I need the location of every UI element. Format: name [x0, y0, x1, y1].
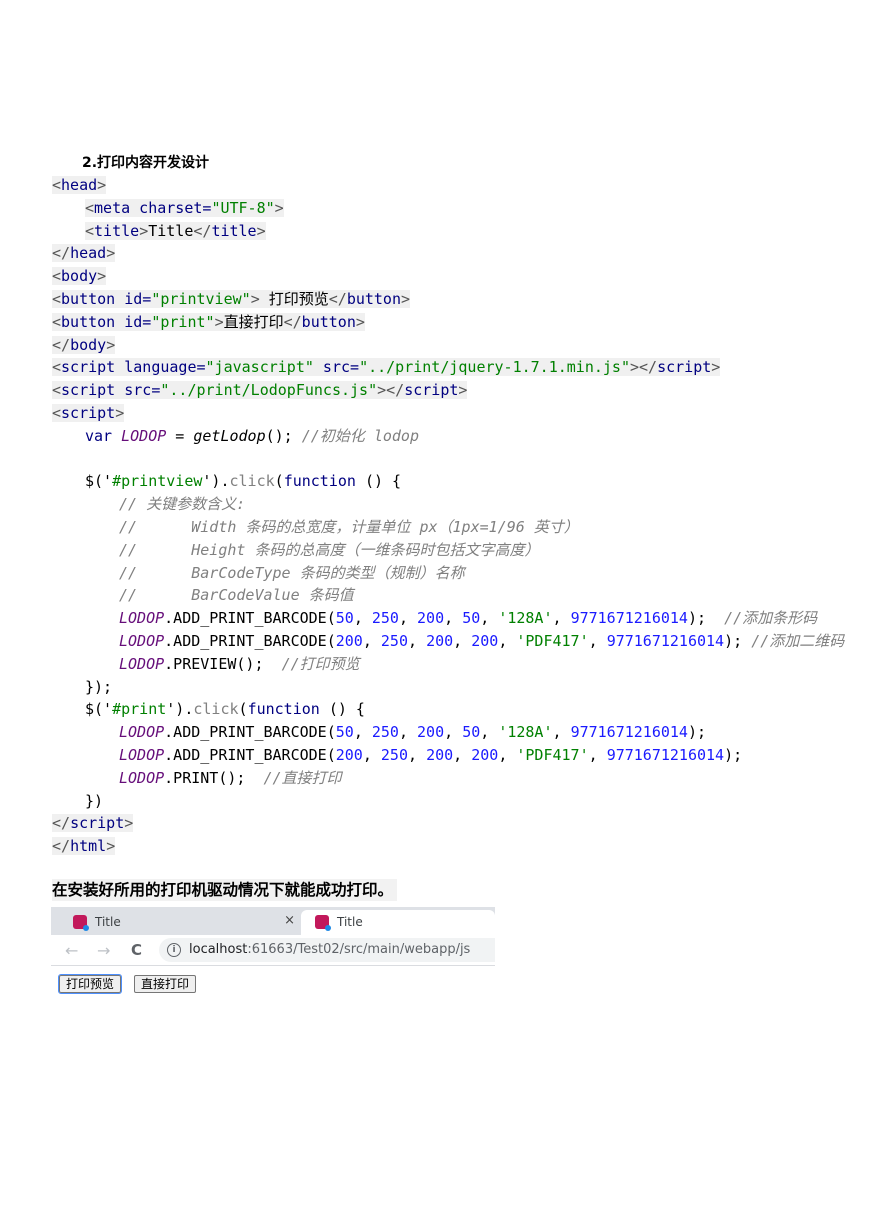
direct-print-button[interactable]: 直接打印	[134, 975, 197, 993]
tab-bar: Title × Title	[51, 907, 495, 935]
browser-screenshot: Title × Title ← → C i localhost:61663/Te…	[51, 907, 495, 997]
intellij-icon	[73, 915, 89, 931]
code-line: LODOP.ADD_PRINT_BARCODE(50, 250, 200, 50…	[119, 723, 707, 742]
code-line: LODOP.ADD_PRINT_BARCODE(50, 250, 200, 50…	[119, 609, 818, 628]
tab-active[interactable]: Title	[301, 910, 495, 935]
code-line: </body>	[52, 335, 116, 354]
forward-icon[interactable]: →	[97, 941, 110, 960]
print-preview-button[interactable]: 打印预览	[57, 974, 123, 994]
code-line: <button id="printview"> 打印预览</button>	[52, 289, 411, 308]
tab-title: Title	[337, 915, 363, 929]
close-icon[interactable]: ×	[284, 913, 295, 928]
code-line: <script language="javascript" src="../pr…	[52, 358, 721, 377]
code-line: </head>	[52, 244, 116, 263]
browser-toolbar: ← → C i localhost:61663/Test02/src/main/…	[51, 935, 495, 966]
code-line: // 关键参数含义:	[119, 495, 246, 514]
code-line: <meta charset="UTF-8">	[85, 198, 284, 217]
code-line: $('#printview').click(function () {	[85, 472, 402, 491]
code-line: LODOP.PREVIEW(); //打印预览	[119, 654, 360, 673]
code-line: // Width 条码的总宽度，计量单位 px（1px=1/96 英寸）	[119, 517, 579, 536]
code-line: LODOP.ADD_PRINT_BARCODE(200, 250, 200, 2…	[119, 631, 845, 650]
code-line: LODOP.PRINT(); //直接打印	[119, 768, 342, 787]
code-listing: <head> <meta charset="UTF-8"> <title>Tit…	[52, 174, 852, 858]
code-line: $('#print').click(function () {	[85, 700, 365, 719]
code-line: LODOP.ADD_PRINT_BARCODE(200, 250, 200, 2…	[119, 745, 743, 764]
address-bar[interactable]: i localhost:61663/Test02/src/main/webapp…	[159, 938, 495, 962]
tab-title: Title	[95, 915, 121, 929]
code-line: </html>	[52, 837, 116, 856]
code-line: // BarCodeType 条码的类型（规制）名称	[119, 563, 465, 582]
code-line: <head>	[52, 176, 107, 194]
code-line: // BarCodeValue 条码值	[119, 586, 354, 605]
url-text: localhost:61663/Test02/src/main/webapp/j…	[189, 942, 471, 957]
code-line: <title>Title</title>	[85, 221, 266, 240]
back-icon[interactable]: ←	[65, 941, 78, 960]
tab-inactive[interactable]: Title ×	[69, 910, 299, 935]
code-line: <script>	[52, 403, 125, 422]
code-line: </script>	[52, 814, 134, 833]
reload-icon[interactable]: C	[131, 941, 142, 959]
info-icon[interactable]: i	[167, 943, 181, 957]
intellij-icon	[315, 915, 331, 931]
code-line: <button id="print">直接打印</button>	[52, 312, 365, 331]
section-heading: 2.打印内容开发设计	[82, 155, 210, 171]
note-text: 在安装好所用的打印机驱动情况下就能成功打印。	[52, 879, 398, 901]
code-line: })	[85, 791, 104, 810]
code-line: <script src="../print/LodopFuncs.js"></s…	[52, 381, 468, 400]
code-line: <body>	[52, 267, 107, 286]
code-line: });	[85, 677, 113, 696]
code-line: // Height 条码的总高度（一维条码时包括文字高度）	[119, 540, 540, 559]
code-line: var LODOP = getLodop(); //初始化 lodop	[85, 426, 419, 445]
